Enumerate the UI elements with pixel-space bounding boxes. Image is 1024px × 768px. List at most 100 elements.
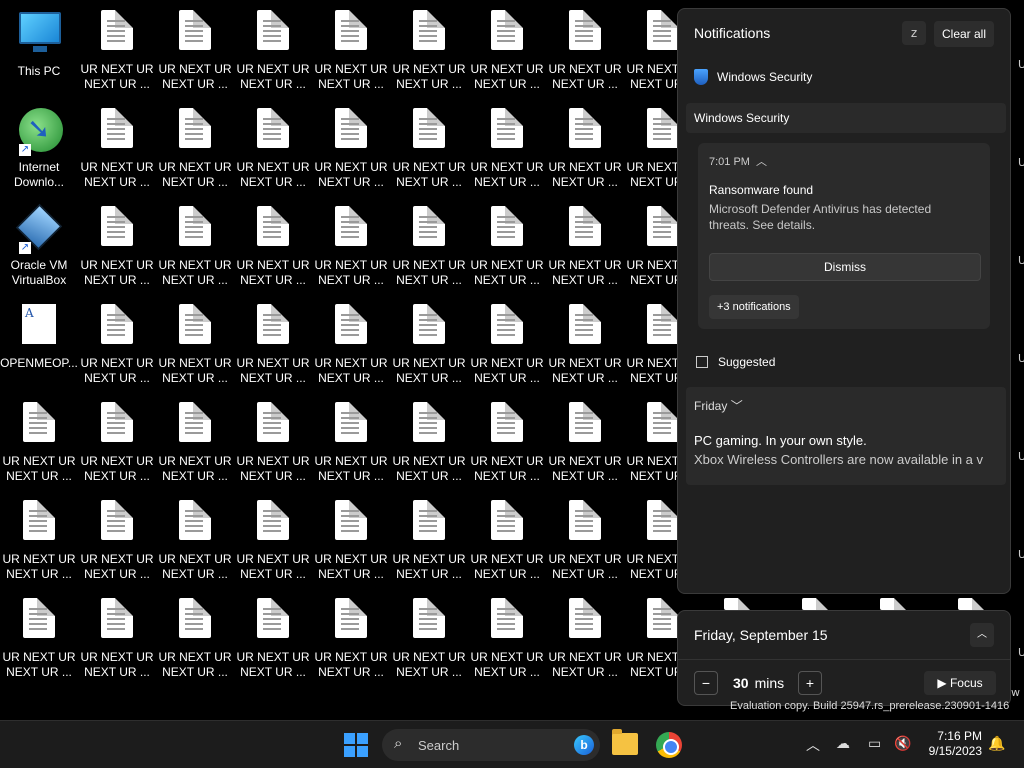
desktop-icon-text-file[interactable]: UR NEXT UR NEXT UR ... [156,400,234,496]
desktop-icon-text-file[interactable]: UR NEXT UR NEXT UR ... [546,204,624,300]
desktop-icon-text-file[interactable]: UR NEXT UR NEXT UR ... [156,498,234,594]
desktop-icon-text-file[interactable]: UR NEXT UR NEXT UR ... [390,8,468,104]
desktop-icon-text-file[interactable]: UR NEXT UR NEXT UR ... [546,302,624,398]
desktop-icon-text-file[interactable]: UR NEXT UR NEXT UR ... [0,400,78,496]
notification-bell-icon[interactable]: 🔔 [988,735,1005,752]
desktop-icon-openmeop[interactable]: OPENMEOP... [0,302,78,398]
file-explorer-icon[interactable] [612,729,638,755]
onedrive-icon[interactable]: ☁ [836,735,850,752]
desktop-icon-text-file[interactable]: UR NEXT UR NEXT UR ... [468,106,546,202]
start-button[interactable] [344,733,368,757]
more-notifications-button[interactable]: +3 notifications [709,295,799,319]
desktop-icon-text-file[interactable]: UR NEXT UR NEXT UR ... [546,400,624,496]
notification-toast[interactable]: 7:01 PM ︿ Ransomware found Microsoft Defe… [698,143,990,329]
desktop-icon-text-file[interactable]: UR NEXT UR NEXT UR ... [78,106,156,202]
desktop-icon-text-file[interactable]: UR NEXT UR NEXT UR ... [546,106,624,202]
desktop-icon-text-file[interactable]: UR NEXT UR NEXT UR ... [312,204,390,300]
desktop-icon-text-file[interactable]: UR NEXT UR NEXT UR ... [390,302,468,398]
app-row-windows-security[interactable]: Windows Security [694,69,812,85]
desktop-icon-text-file[interactable]: UR NEXT UR NEXT UR ... [0,596,78,692]
friday-notification[interactable]: Friday ﹀ PC gaming. In your own style. X… [686,387,1006,485]
evaluation-watermark: Evaluation copy. Build 25947.rs_prerelea… [730,700,1010,712]
desktop-icon-text-file[interactable]: UR NEXT UR NEXT UR ... [468,204,546,300]
desktop-icon-text-file[interactable]: UR NEXT UR NEXT UR ... [156,596,234,692]
desktop-label-fragment: U [1018,646,1024,659]
network-icon[interactable]: ▭ [868,735,881,752]
desktop-icon-label: UR NEXT UR NEXT UR ... [158,650,232,679]
desktop-icon-text-file[interactable]: UR NEXT UR NEXT UR ... [156,204,234,300]
desktop-icon-label: Internet Downlo... [13,160,65,189]
desktop-icon-virtualbox[interactable]: ↗ Oracle VM VirtualBox [0,203,78,300]
desktop-icon-text-file[interactable]: UR NEXT UR NEXT UR ... [390,498,468,594]
desktop-icon-text-file[interactable]: UR NEXT UR NEXT UR ... [468,498,546,594]
desktop-icon-label: UR NEXT UR NEXT UR ... [236,650,310,679]
bing-icon[interactable]: b [574,735,594,755]
desktop-icon-text-file[interactable]: UR NEXT UR NEXT UR ... [390,204,468,300]
desktop-icon-text-file[interactable]: UR NEXT UR NEXT UR ... [234,204,312,300]
desktop-icon-text-file[interactable]: UR NEXT UR NEXT UR ... [390,400,468,496]
text-document-icon [335,598,367,638]
desktop-icon-text-file[interactable]: UR NEXT UR NEXT UR ... [390,106,468,202]
desktop-icon-text-file[interactable]: UR NEXT UR NEXT UR ... [312,400,390,496]
desktop-icon-text-file[interactable]: UR NEXT UR NEXT UR ... [468,400,546,496]
increase-minutes-button[interactable]: + [798,671,822,695]
chevron-up-icon[interactable]: ︿ [970,623,994,647]
chevron-up-icon[interactable]: ︿ [756,156,767,168]
desktop-icon-text-file[interactable]: UR NEXT UR NEXT UR ... [78,302,156,398]
speaker-muted-icon[interactable]: 🔇 [894,735,911,752]
group-header-windows-security[interactable]: Windows Security [686,103,1006,133]
desktop-icon-text-file[interactable]: UR NEXT UR NEXT UR ... [468,302,546,398]
desktop-icon-text-file[interactable]: UR NEXT UR NEXT UR ... [312,498,390,594]
desktop-icon-text-file[interactable]: UR NEXT UR NEXT UR ... [78,596,156,692]
desktop-icon-text-file[interactable]: UR NEXT UR NEXT UR ... [156,8,234,104]
desktop-icon-text-file[interactable]: UR NEXT UR NEXT UR ... [312,302,390,398]
dismiss-button[interactable]: Dismiss [709,253,981,281]
desktop-icon-text-file[interactable]: UR NEXT UR NEXT UR ... [390,596,468,692]
taskbar-clock[interactable]: 7:16 PM 9/15/2023 [920,729,982,759]
desktop-icon-text-file[interactable]: UR NEXT UR NEXT UR ... [312,8,390,104]
desktop-icon-text-file[interactable]: UR NEXT UR NEXT UR ... [546,8,624,104]
desktop-icon-text-file[interactable]: UR NEXT UR NEXT UR ... [78,498,156,594]
shield-icon [694,69,708,85]
text-document-icon [179,10,211,50]
suggested-section[interactable]: Suggested [696,355,775,369]
desktop-icon-this-pc[interactable]: This PC [0,8,78,104]
desktop-icon-text-file[interactable]: UR NEXT UR NEXT UR ... [234,596,312,692]
desktop-icon-text-file[interactable]: UR NEXT UR NEXT UR ... [234,106,312,202]
friday-day-label[interactable]: Friday ﹀ [694,397,743,414]
text-document-icon [413,598,445,638]
desktop-icon-text-file[interactable]: UR NEXT UR NEXT UR ... [312,106,390,202]
desktop-icon-text-file[interactable]: UR NEXT UR NEXT UR ... [468,596,546,692]
desktop-icon-text-file[interactable]: UR NEXT UR NEXT UR ... [78,8,156,104]
decrease-minutes-button[interactable]: − [694,671,718,695]
desktop-icon-text-file[interactable]: UR NEXT UR NEXT UR ... [156,106,234,202]
windows-logo-tile [344,733,355,744]
desktop-icon-label: UR NEXT UR NEXT UR ... [314,356,388,385]
clock-date: 9/15/2023 [928,744,982,758]
desktop-icon-label: UR NEXT UR NEXT UR ... [80,552,154,581]
desktop-icon-text-file[interactable]: UR NEXT UR NEXT UR ... [234,400,312,496]
desktop-icon-internet-download-manager[interactable]: ↗ Internet Downlo... [0,106,78,202]
document-writer-icon [22,304,56,344]
desktop-icon-text-file[interactable]: UR NEXT UR NEXT UR ... [546,596,624,692]
bell-snooze-icon[interactable]: z [902,21,926,45]
desktop-icon-text-file[interactable]: UR NEXT UR NEXT UR ... [78,204,156,300]
desktop-icon-text-file[interactable]: UR NEXT UR NEXT UR ... [234,8,312,104]
taskbar-search-box[interactable]: ⌕ Search b [382,729,600,761]
desktop-icon-text-file[interactable]: UR NEXT UR NEXT UR ... [156,302,234,398]
desktop-icon-text-file[interactable]: UR NEXT UR NEXT UR ... [546,498,624,594]
desktop-icon-text-file[interactable]: UR NEXT UR NEXT UR ... [0,498,78,594]
desktop-icon-text-file[interactable]: UR NEXT UR NEXT UR ... [312,596,390,692]
clear-all-button[interactable]: Clear all [934,21,994,47]
toast-time[interactable]: 7:01 PM ︿ [709,153,767,169]
desktop-icon-text-file[interactable]: UR NEXT UR NEXT UR ... [234,302,312,398]
desktop-icon-label: UR NEXT UR NEXT UR ... [548,160,622,189]
notifications-title: Notifications [694,25,771,41]
chevron-up-icon[interactable]: ︿ [806,735,820,755]
desktop-icon-text-file[interactable]: UR NEXT UR NEXT UR ... [468,8,546,104]
desktop-icon-text-file[interactable]: UR NEXT UR NEXT UR ... [234,498,312,594]
desktop-icon-text-file[interactable]: UR NEXT UR NEXT UR ... [78,400,156,496]
focus-button[interactable]: ▶ Focus [924,671,996,695]
text-document-icon [179,598,211,638]
chrome-icon[interactable] [656,732,682,758]
